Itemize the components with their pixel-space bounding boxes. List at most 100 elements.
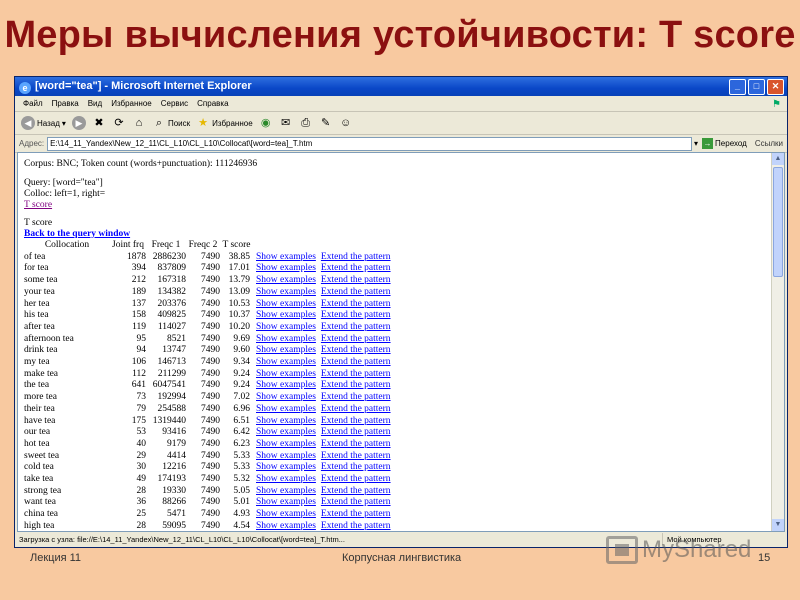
show-examples-link[interactable]: Show examples (253, 521, 316, 531)
cell-joint-frq: 106 (131, 357, 146, 368)
show-examples-link[interactable]: Show examples (253, 345, 316, 357)
vertical-scrollbar[interactable]: ▲ ▼ (771, 153, 784, 531)
extend-pattern-link[interactable]: Extend the pattern (316, 369, 391, 381)
home-icon[interactable]: ⌂ (132, 116, 146, 130)
scroll-down-icon[interactable]: ▼ (772, 519, 784, 531)
cell-freqc1: 409825 (157, 310, 187, 321)
cell-freqc2: 7490 (201, 310, 220, 321)
search-button[interactable]: ⌕ Поиск (152, 116, 190, 130)
show-examples-link[interactable]: Show examples (253, 357, 316, 369)
show-examples-link[interactable]: Show examples (253, 439, 316, 451)
history-icon[interactable]: ◉ (259, 116, 273, 130)
extend-pattern-link[interactable]: Extend the pattern (316, 451, 391, 463)
cell-collocation: of tea (24, 251, 46, 262)
cell-collocation: sweet tea (24, 450, 60, 461)
cell-joint-frq: 49 (136, 474, 147, 485)
show-examples-link[interactable]: Show examples (253, 380, 316, 392)
extend-pattern-link[interactable]: Extend the pattern (316, 497, 391, 509)
show-examples-link[interactable]: Show examples (253, 263, 316, 275)
show-examples-link[interactable]: Show examples (253, 334, 316, 346)
scroll-up-icon[interactable]: ▲ (772, 153, 784, 165)
show-examples-link[interactable]: Show examples (253, 474, 316, 486)
extend-pattern-link[interactable]: Extend the pattern (316, 299, 391, 311)
extend-pattern-link[interactable]: Extend the pattern (316, 275, 391, 287)
table-row: high tea 28 59095 7490 4.54 Show examples Exte… (24, 521, 391, 531)
extend-pattern-link[interactable]: Extend the pattern (316, 404, 391, 416)
show-examples-link[interactable]: Show examples (253, 322, 316, 334)
extend-pattern-link[interactable]: Extend the pattern (316, 252, 391, 264)
extend-pattern-link[interactable]: Extend the pattern (316, 345, 391, 357)
links-button[interactable]: Ссылки (755, 139, 783, 148)
menu-view[interactable]: Вид (88, 96, 102, 111)
extend-pattern-link[interactable]: Extend the pattern (316, 380, 391, 392)
favorites-button[interactable]: ★ Избранное (196, 116, 252, 130)
extend-pattern-link[interactable]: Extend the pattern (316, 392, 391, 404)
extend-pattern-link[interactable]: Extend the pattern (316, 427, 391, 439)
tscore-link[interactable]: T score (24, 200, 52, 210)
show-examples-link[interactable]: Show examples (253, 392, 316, 404)
window-titlebar[interactable]: e [word="tea"] - Microsoft Internet Explo… (15, 77, 787, 96)
show-examples-link[interactable]: Show examples (253, 287, 316, 299)
extend-pattern-link[interactable]: Extend the pattern (316, 310, 391, 322)
print-icon[interactable]: ⎙ (299, 116, 313, 130)
menu-file[interactable]: Файл (23, 96, 43, 111)
show-examples-link[interactable]: Show examples (253, 486, 316, 498)
maximize-button[interactable]: □ (748, 79, 765, 95)
show-examples-link[interactable]: Show examples (253, 451, 316, 463)
mail-icon[interactable]: ✉ (279, 116, 293, 130)
table-row: her tea 137 203376 7490 10.53 Show examples Ex… (24, 299, 391, 311)
go-button[interactable]: → Переход (702, 138, 747, 149)
extend-pattern-link[interactable]: Extend the pattern (316, 474, 391, 486)
stop-icon[interactable]: ✖ (92, 116, 106, 130)
extend-pattern-link[interactable]: Extend the pattern (316, 357, 391, 369)
close-button[interactable]: ✕ (767, 79, 784, 95)
back-to-query-link[interactable]: Back to the query window (24, 229, 130, 239)
extend-pattern-link[interactable]: Extend the pattern (316, 334, 391, 346)
address-dropdown-icon[interactable]: ▾ (694, 139, 698, 148)
cell-joint-frq: 175 (131, 415, 146, 426)
extend-pattern-link[interactable]: Extend the pattern (316, 439, 391, 451)
scroll-thumb[interactable] (773, 167, 783, 277)
address-input[interactable]: E:\14_11_Yandex\New_12_11\CL_L10\CL_L10\… (47, 136, 693, 151)
show-examples-link[interactable]: Show examples (253, 404, 316, 416)
show-examples-link[interactable]: Show examples (253, 310, 316, 322)
refresh-icon[interactable]: ⟳ (112, 116, 126, 130)
extend-pattern-link[interactable]: Extend the pattern (316, 322, 391, 334)
show-examples-link[interactable]: Show examples (253, 299, 316, 311)
show-examples-link[interactable]: Show examples (253, 462, 316, 474)
show-examples-link[interactable]: Show examples (253, 252, 316, 264)
cell-freqc2: 7490 (201, 380, 220, 391)
minimize-button[interactable]: _ (729, 79, 746, 95)
show-examples-link[interactable]: Show examples (253, 369, 316, 381)
extend-pattern-link[interactable]: Extend the pattern (316, 521, 391, 531)
back-button[interactable]: ◀ Назад ▾ (21, 116, 66, 130)
extend-pattern-link[interactable]: Extend the pattern (316, 509, 391, 521)
extend-pattern-link[interactable]: Extend the pattern (316, 416, 391, 428)
toolbar: ◀ Назад ▾ ▶ ✖ ⟳ ⌂ ⌕ Поиск ★ Избранное ◉ … (15, 112, 787, 135)
go-arrow-icon: → (702, 138, 714, 149)
cell-tscore: 6.96 (233, 403, 250, 414)
show-examples-link[interactable]: Show examples (253, 427, 316, 439)
show-examples-link[interactable]: Show examples (253, 497, 316, 509)
cell-tscore: 5.33 (233, 450, 250, 461)
extend-pattern-link[interactable]: Extend the pattern (316, 287, 391, 299)
cell-freqc1: 114027 (157, 321, 186, 332)
extend-pattern-link[interactable]: Extend the pattern (316, 462, 391, 474)
show-examples-link[interactable]: Show examples (253, 416, 316, 428)
cell-freqc1: 9179 (167, 438, 186, 449)
menu-tools[interactable]: Сервис (161, 96, 188, 111)
extend-pattern-link[interactable]: Extend the pattern (316, 486, 391, 498)
cell-tscore: 10.37 (228, 310, 250, 321)
extend-pattern-link[interactable]: Extend the pattern (316, 263, 391, 275)
show-examples-link[interactable]: Show examples (253, 275, 316, 287)
show-examples-link[interactable]: Show examples (253, 509, 316, 521)
edit-icon[interactable]: ✎ (319, 116, 333, 130)
menu-help[interactable]: Справка (197, 96, 228, 111)
messenger-icon[interactable]: ☺ (339, 116, 353, 130)
menu-favorites[interactable]: Избранное (111, 96, 152, 111)
table-row: make tea 112 211299 7490 9.24 Show examples Ex… (24, 369, 391, 381)
cell-tscore: 6.23 (233, 438, 250, 449)
menu-edit[interactable]: Правка (52, 96, 79, 111)
forward-button[interactable]: ▶ (71, 116, 86, 130)
